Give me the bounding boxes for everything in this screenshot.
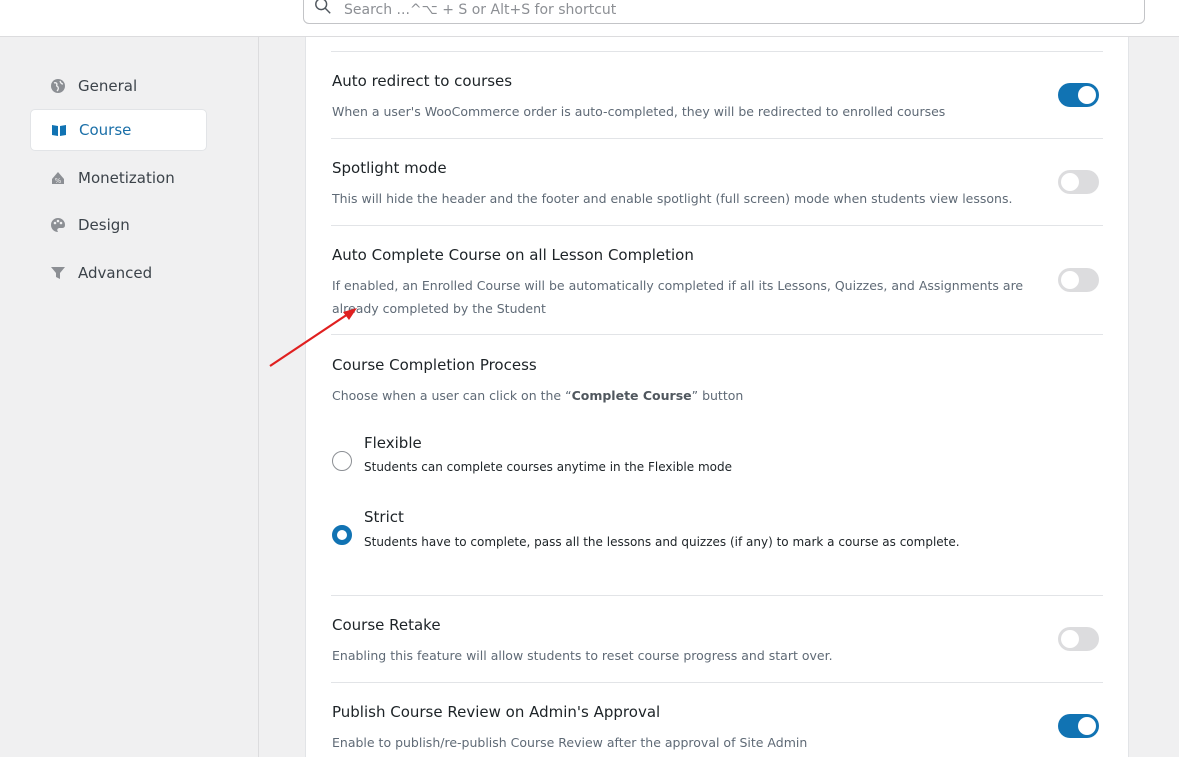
setting-desc-retake: Enabling this feature will allow student…	[332, 648, 833, 663]
auto-complete-toggle[interactable]	[1058, 268, 1099, 292]
toggle-knob	[1061, 173, 1079, 191]
setting-title-auto-redirect: Auto redirect to courses	[332, 72, 513, 90]
setting-desc-completion-process: Choose when a user can click on the “Com…	[332, 388, 744, 403]
sidebar-item-label: General	[78, 77, 138, 95]
divider	[331, 595, 1103, 596]
setting-title-retake: Course Retake	[332, 616, 441, 634]
search-icon	[314, 0, 332, 20]
radio-desc-flexible: Students can complete courses anytime in…	[364, 460, 732, 474]
setting-desc-auto-complete-line1: If enabled, an Enrolled Course will be a…	[332, 278, 1024, 293]
sidebar-item-label: Course	[79, 121, 132, 139]
filter-icon	[49, 264, 67, 282]
sidebar-item-monetization[interactable]: % Monetization	[30, 157, 207, 199]
radio-label-flexible[interactable]: Flexible	[364, 434, 422, 452]
course-retake-toggle[interactable]	[1058, 627, 1099, 651]
spotlight-mode-toggle[interactable]	[1058, 170, 1099, 194]
svg-text:%: %	[55, 177, 62, 185]
sidebar-item-general[interactable]: General	[30, 65, 207, 107]
setting-desc-review-approval: Enable to publish/re-publish Course Revi…	[332, 735, 808, 750]
toggle-knob	[1061, 630, 1079, 648]
setting-title-review-approval: Publish Course Review on Admin's Approva…	[332, 703, 661, 721]
divider	[331, 334, 1103, 335]
sidebar-item-label: Advanced	[78, 264, 153, 282]
toggle-knob	[1078, 717, 1096, 735]
radio-flexible[interactable]	[332, 451, 352, 471]
sidebar-item-label: Monetization	[78, 169, 175, 187]
divider	[331, 138, 1103, 139]
monetization-icon: %	[49, 169, 67, 187]
setting-desc-spotlight: This will hide the header and the footer…	[332, 191, 1013, 206]
course-settings-panel: Auto redirect to courses When a user's W…	[305, 37, 1129, 757]
radio-strict[interactable]	[332, 525, 352, 545]
toggle-knob	[1061, 271, 1079, 289]
sidebar-item-advanced[interactable]: Advanced	[30, 252, 207, 294]
setting-title-spotlight: Spotlight mode	[332, 159, 447, 177]
search-input[interactable]	[344, 0, 1044, 22]
globe-icon	[49, 77, 67, 95]
settings-sidebar: General Course % Monetization Design Adv…	[0, 37, 259, 757]
radio-desc-strict: Students have to complete, pass all the …	[364, 535, 960, 549]
sidebar-item-label: Design	[78, 216, 130, 234]
review-approval-toggle[interactable]	[1058, 714, 1099, 738]
setting-title-auto-complete: Auto Complete Course on all Lesson Compl…	[332, 246, 694, 264]
divider	[331, 682, 1103, 683]
book-icon	[50, 121, 68, 139]
palette-icon	[49, 216, 67, 234]
radio-label-strict[interactable]: Strict	[364, 508, 404, 526]
auto-redirect-toggle[interactable]	[1058, 83, 1099, 107]
divider	[331, 51, 1103, 52]
search-box[interactable]	[303, 0, 1145, 24]
toggle-knob	[1078, 86, 1096, 104]
sidebar-item-design[interactable]: Design	[30, 204, 207, 246]
divider	[331, 225, 1103, 226]
setting-desc-auto-redirect: When a user's WooCommerce order is auto-…	[332, 104, 946, 119]
top-bar	[0, 0, 1179, 37]
sidebar-item-course[interactable]: Course	[30, 109, 207, 151]
annotation-arrow	[269, 308, 357, 367]
